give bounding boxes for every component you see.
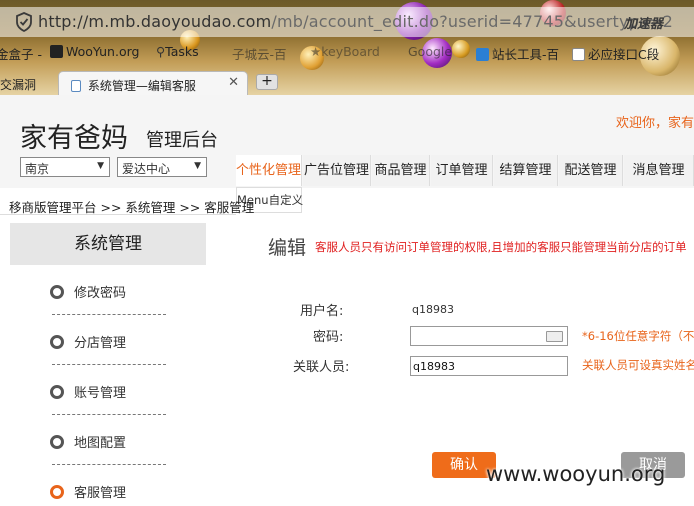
- related-person-hint: 关联人员可设真实姓名: [582, 358, 694, 372]
- nav-orders[interactable]: 订单管理: [431, 155, 493, 186]
- sidebar-item-label: 客服管理: [74, 486, 127, 501]
- divider: [52, 314, 166, 315]
- divider: [52, 364, 166, 365]
- bookmark-3[interactable]: ⚲Tasks: [156, 44, 199, 59]
- star-icon: ★: [310, 44, 322, 59]
- username-value: q18983: [412, 303, 454, 316]
- radio-icon: [50, 385, 64, 399]
- bookmark-2[interactable]: WooYun.org: [50, 44, 139, 59]
- sidebar-item-label: 地图配置: [74, 436, 127, 451]
- nav-settlement[interactable]: 结算管理: [494, 155, 558, 186]
- form-title: 编辑: [268, 237, 307, 259]
- sidebar-item-map-config[interactable]: 地图配置: [50, 430, 166, 456]
- radio-icon: [50, 285, 64, 299]
- welcome-text: 欢迎你，家有爸: [616, 116, 694, 131]
- related-person-field[interactable]: q18983: [410, 356, 568, 376]
- password-hint: *6-16位任意字符（不: [582, 329, 694, 343]
- radio-icon: [50, 435, 64, 449]
- sidebar-item-accounts[interactable]: 账号管理: [50, 380, 166, 406]
- sidebar-title: 系统管理: [10, 223, 206, 265]
- shield-icon: [16, 12, 32, 32]
- username-label: 用户名:: [300, 304, 344, 319]
- tab-label: 系统管理—编辑客服: [87, 79, 196, 93]
- bookmark-7[interactable]: 站长工具-百: [476, 44, 559, 63]
- bookmark-1[interactable]: 金盒子 -: [0, 44, 42, 63]
- keyboard-icon[interactable]: [546, 331, 563, 342]
- tasks-icon: ⚲: [156, 44, 166, 59]
- watermark: www.wooyun.org: [486, 462, 666, 486]
- close-icon[interactable]: ✕: [228, 75, 239, 90]
- tab-1[interactable]: 交漏洞: [0, 71, 54, 95]
- center-select[interactable]: 爱达中心 ▼: [117, 157, 207, 177]
- bookmark-5[interactable]: ★keyBoard: [310, 44, 380, 59]
- bookmark-label: Tasks: [165, 44, 199, 59]
- nav-personalization[interactable]: 个性化管理: [236, 155, 302, 186]
- password-field[interactable]: [410, 326, 568, 346]
- divider: [52, 414, 166, 415]
- chevron-down-icon: ▼: [97, 161, 104, 171]
- sidebar-item-label: 分店管理: [74, 336, 127, 351]
- page-icon: [71, 80, 81, 92]
- url-path: /mb/account_edit.do?userid=47745&usertyp…: [271, 12, 674, 31]
- form-note: 客服人员只有访问订单管理的权限,且增加的客服只能管理当前分店的订单: [315, 240, 687, 254]
- sidebar-item-label: 账号管理: [74, 386, 127, 401]
- divider: [0, 214, 236, 215]
- sidebar-item-label: 修改密码: [74, 286, 127, 301]
- city-select[interactable]: 南京 ▼: [20, 157, 110, 177]
- related-person-label: 关联人员:: [293, 360, 350, 375]
- bookmark-4[interactable]: 子城云-百: [232, 44, 287, 63]
- radio-icon: [50, 485, 64, 499]
- tab-active[interactable]: 系统管理—编辑客服 ✕: [58, 71, 248, 95]
- wooyun-icon: [50, 45, 63, 58]
- accelerator-button[interactable]: 加速器: [624, 13, 663, 32]
- bookmark-8[interactable]: 必应接口C段: [572, 44, 659, 63]
- chevron-down-icon: ▼: [194, 161, 201, 171]
- tool-icon: [476, 48, 489, 61]
- nav-products[interactable]: 商品管理: [372, 155, 430, 186]
- center-select-value: 爱达中心: [122, 162, 171, 176]
- radio-icon: [50, 335, 64, 349]
- bookmark-label: 站长工具-百: [492, 47, 560, 62]
- page-icon: [572, 48, 585, 61]
- sidebar-item-change-password[interactable]: 修改密码: [50, 280, 166, 306]
- city-select-value: 南京: [25, 162, 50, 176]
- sidebar-item-customer-service[interactable]: 客服管理: [50, 480, 166, 506]
- url-field[interactable]: http://m.mb.daoyoudao.com/mb/account_edi…: [38, 12, 673, 31]
- nav-messages[interactable]: 消息管理: [624, 155, 694, 186]
- divider: [52, 464, 166, 465]
- password-label: 密码:: [313, 330, 344, 345]
- bookmark-6[interactable]: Google: [408, 44, 452, 59]
- bookmark-label: Google: [408, 44, 453, 59]
- bookmark-label: WooYun.org: [66, 44, 140, 59]
- nav-ad-slots[interactable]: 广告位管理: [303, 155, 371, 186]
- bookmark-label: 子城云-百: [232, 47, 287, 62]
- nav-delivery[interactable]: 配送管理: [559, 155, 623, 186]
- bookmark-label: 必应接口C段: [588, 47, 660, 62]
- tab-label: 交漏洞: [0, 78, 37, 92]
- logo: 家有爸妈: [20, 123, 128, 154]
- bookmark-label: 金盒子 -: [0, 47, 42, 62]
- url-host: http://m.mb.daoyoudao.com: [38, 12, 272, 31]
- bookmark-label: keyBoard: [321, 44, 380, 59]
- new-tab-button[interactable]: +: [256, 74, 278, 90]
- logo-subtitle: 管理后台: [146, 130, 218, 151]
- sidebar-item-branches[interactable]: 分店管理: [50, 330, 166, 356]
